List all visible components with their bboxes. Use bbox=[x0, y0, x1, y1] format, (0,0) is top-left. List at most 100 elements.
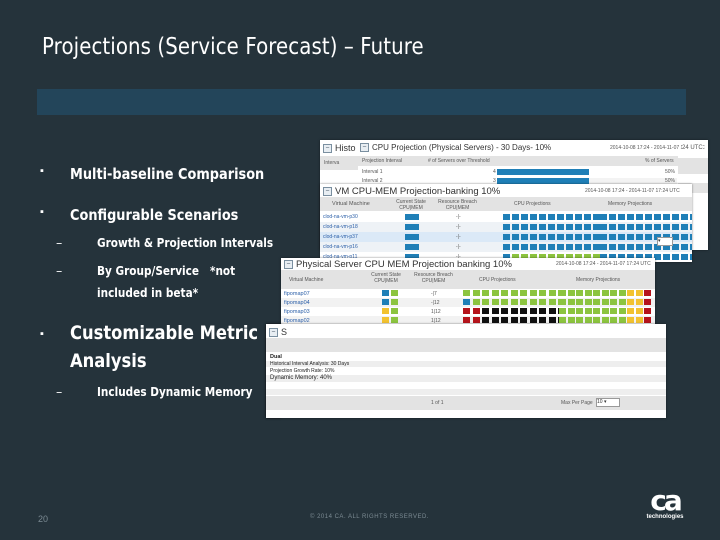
memory-projection-cell bbox=[645, 214, 652, 220]
current-mem-indicator bbox=[391, 317, 398, 323]
memory-projection-cell bbox=[567, 290, 575, 296]
server-name-link[interactable]: fipomap07 bbox=[284, 291, 310, 297]
cpu-projection-cell bbox=[539, 290, 546, 296]
vm-name-link[interactable]: clod-na-vm-p30 bbox=[323, 214, 358, 220]
scenario-panel-title: – S bbox=[269, 327, 287, 338]
vm-table-row[interactable]: clod-na-vm-p30 -|- bbox=[320, 212, 692, 222]
collapse-icon[interactable]: – bbox=[360, 143, 369, 153]
cpu-projection-cell bbox=[491, 308, 499, 314]
memory-projection-cell bbox=[663, 224, 670, 230]
current-state-indicator bbox=[405, 234, 419, 240]
cpu-projection-cell bbox=[557, 244, 564, 250]
memory-projection-cell bbox=[584, 308, 592, 314]
physical-table-row[interactable]: fipomap03 1|12 bbox=[281, 307, 655, 316]
memory-projection-cell bbox=[690, 234, 692, 240]
cpu-projection-cell bbox=[548, 224, 555, 230]
cpu-projection-cell bbox=[491, 299, 499, 305]
copyright: © 2014 CA. ALL RIGHTS RESERVED. bbox=[310, 514, 429, 520]
current-mem-indicator bbox=[391, 299, 398, 305]
memory-projection-cell bbox=[559, 299, 566, 305]
collapse-icon[interactable]: – bbox=[269, 328, 278, 338]
memory-projection-cell bbox=[635, 299, 643, 305]
collapse-icon[interactable]: – bbox=[323, 144, 332, 154]
resource-breach-value: -|- bbox=[456, 214, 461, 220]
memory-projection-cell bbox=[593, 299, 600, 305]
cpu-projection-cell bbox=[539, 224, 546, 230]
memory-projection-cell bbox=[690, 254, 692, 260]
memory-projection-cell bbox=[609, 244, 616, 250]
memory-projection-cell bbox=[627, 317, 634, 323]
memory-projection-cell bbox=[600, 234, 607, 240]
cpu-projection-cell bbox=[529, 290, 537, 296]
memory-projection-cell bbox=[593, 317, 600, 323]
cpu-projection-cell bbox=[548, 244, 555, 250]
memory-projection-cell bbox=[681, 254, 688, 260]
memory-projection-cell bbox=[681, 224, 688, 230]
memory-projection-cell bbox=[576, 290, 583, 296]
physical-table-row[interactable]: fipomap04 -|12 bbox=[281, 298, 655, 307]
cpu-projection-cell bbox=[548, 214, 555, 220]
memory-projection-cell bbox=[690, 214, 692, 220]
memory-projection-cell bbox=[681, 214, 688, 220]
vm-table-row[interactable]: clod-na-vm-p18 -|- bbox=[320, 222, 692, 232]
cpu-projection-cell bbox=[510, 317, 518, 323]
vm-table-row[interactable]: clod-na-vm-p16 -|- bbox=[320, 242, 692, 252]
cpu-projection-cell bbox=[557, 234, 564, 240]
cpu-projection-cell bbox=[503, 234, 510, 240]
memory-projection-cell bbox=[672, 214, 679, 220]
scenario-panel: – S Dual Historical Interval Analysis: 30… bbox=[266, 324, 666, 418]
memory-projection-cell bbox=[636, 214, 643, 220]
memory-projection-cell bbox=[609, 214, 616, 220]
scenario-per-page-select[interactable]: 10 ▾ bbox=[596, 398, 620, 407]
cpu-projection-cell bbox=[584, 214, 591, 220]
vm-per-page-select[interactable]: ▾ bbox=[657, 237, 673, 246]
memory-projection-cell bbox=[636, 244, 643, 250]
cpu-projection-cell bbox=[584, 234, 591, 240]
cpu-projection-cell bbox=[463, 317, 470, 323]
memory-projection-cell bbox=[690, 224, 692, 230]
vm-name-link[interactable]: clod-na-vm-p18 bbox=[323, 224, 358, 230]
vm-table-row[interactable]: clod-na-vm-p37 -|- bbox=[320, 232, 692, 242]
collapse-icon[interactable]: – bbox=[323, 186, 332, 196]
memory-projection-cell bbox=[576, 299, 583, 305]
cpu-projection-cell bbox=[548, 308, 556, 314]
cpu-projection-cell bbox=[593, 214, 600, 220]
cpu-projection-cell bbox=[482, 317, 489, 323]
cpu-projection-cell bbox=[557, 224, 564, 230]
cpu-projection-cell bbox=[520, 308, 527, 314]
cpu-projection-cell bbox=[501, 299, 508, 305]
memory-projection-cell bbox=[618, 290, 626, 296]
cpu-projection-cell bbox=[520, 290, 527, 296]
current-state-indicator bbox=[405, 244, 419, 250]
server-name-link[interactable]: fipomap04 bbox=[284, 300, 310, 306]
memory-projection-cell bbox=[559, 308, 566, 314]
resource-breach-value: -|7 bbox=[431, 291, 437, 297]
resource-breach-value: -|12 bbox=[431, 300, 440, 306]
memory-projection-cell bbox=[627, 244, 634, 250]
physical-table-row[interactable]: fipomap07 -|7 bbox=[281, 289, 655, 298]
server-name-link[interactable]: fipomap03 bbox=[284, 309, 310, 315]
vm-name-link[interactable]: clod-na-vm-p37 bbox=[323, 234, 358, 240]
cpu-projection-cell bbox=[529, 308, 537, 314]
memory-projection-cell bbox=[576, 308, 583, 314]
cpu-projection-cell bbox=[539, 299, 546, 305]
cpu-projection-cell bbox=[503, 244, 510, 250]
current-cpu-indicator bbox=[382, 299, 389, 305]
cpu-projection-cell bbox=[548, 290, 556, 296]
current-mem-indicator bbox=[391, 308, 398, 314]
memory-projection-cell bbox=[635, 290, 643, 296]
current-cpu-indicator bbox=[382, 290, 389, 296]
vm-name-link[interactable]: clod-na-vm-p16 bbox=[323, 244, 358, 250]
cpu-projection-cell bbox=[575, 224, 582, 230]
resource-breach-value: 1|12 bbox=[431, 309, 441, 315]
cpu-projection-cell bbox=[584, 224, 591, 230]
collapse-icon[interactable]: – bbox=[284, 259, 293, 269]
current-cpu-indicator bbox=[382, 308, 389, 314]
memory-projection-cell bbox=[601, 308, 609, 314]
memory-projection-cell bbox=[567, 317, 575, 323]
memory-projection-cell bbox=[567, 299, 575, 305]
cpu-projection-cell bbox=[530, 244, 537, 250]
cpu-projection-cell bbox=[539, 308, 546, 314]
memory-projection-cell bbox=[635, 317, 643, 323]
current-cpu-indicator bbox=[382, 317, 389, 323]
